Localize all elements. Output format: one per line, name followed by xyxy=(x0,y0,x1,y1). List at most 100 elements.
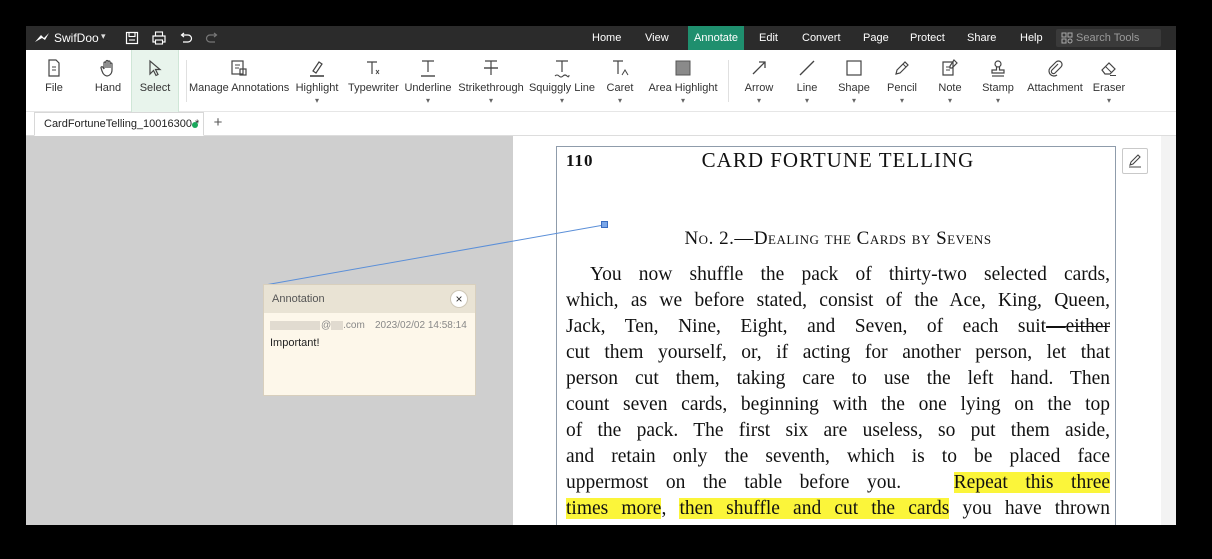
text-fragment: , xyxy=(661,498,667,519)
tool-label: Highlight xyxy=(295,82,339,94)
tool-dropdown-chevron-icon[interactable]: ▾ xyxy=(604,96,636,105)
strikethrough-icon xyxy=(481,58,501,78)
menu-convert[interactable]: Convert xyxy=(796,26,847,50)
underline-icon xyxy=(418,58,438,78)
tool-dropdown-chevron-icon[interactable]: ▾ xyxy=(528,96,596,105)
tool-label: Squiggly Line xyxy=(528,82,596,94)
strikethrough-text[interactable]: —either xyxy=(1046,316,1110,337)
select-cursor-icon xyxy=(145,58,165,78)
tool-label: Underline xyxy=(404,82,452,94)
tool-label: Shape xyxy=(838,82,870,94)
tool-dropdown-chevron-icon[interactable]: ▾ xyxy=(836,96,872,105)
text-line: and retain only the seventh, which is to… xyxy=(566,446,1110,467)
highlight-icon xyxy=(307,58,327,78)
chapter-heading: No. 2.—Dealing the Cards by Sevens xyxy=(684,228,992,249)
hand-icon xyxy=(98,58,118,78)
app-menu-chevron-icon[interactable]: ▾ xyxy=(101,31,106,42)
tool-arrow[interactable]: Arrow ▾ xyxy=(741,50,777,112)
tool-hand[interactable]: Hand xyxy=(90,50,126,112)
annotation-anchor-handle[interactable] xyxy=(601,221,608,228)
tool-area-highlight[interactable]: Area Highlight ▾ xyxy=(646,50,720,112)
undo-icon[interactable] xyxy=(178,30,194,46)
tool-dropdown-chevron-icon[interactable]: ▾ xyxy=(978,96,1018,105)
search-tools-box[interactable] xyxy=(1056,29,1161,47)
unsaved-indicator-icon xyxy=(192,122,198,128)
tool-shape[interactable]: Shape ▾ xyxy=(836,50,872,112)
attachment-icon xyxy=(1045,58,1065,78)
document-workspace[interactable]: 110 CARD FORTUNE TELLING No. 2.—Dealing … xyxy=(26,136,1176,525)
text-line: of the pack. The first six are useless, … xyxy=(566,420,1110,441)
save-icon[interactable] xyxy=(124,30,140,46)
tool-label: Arrow xyxy=(744,82,774,94)
tool-dropdown-chevron-icon[interactable]: ▾ xyxy=(403,96,453,105)
tool-manage-annotations[interactable]: Manage Annotations xyxy=(189,50,289,112)
redo-icon[interactable] xyxy=(204,30,220,46)
typewriter-icon xyxy=(363,58,383,78)
vertical-scrollbar[interactable] xyxy=(1161,136,1176,525)
search-tools-input[interactable] xyxy=(1076,31,1158,45)
annotation-popup[interactable]: Annotation × @ .com 2023/02/02 14:58:14 I… xyxy=(263,284,476,396)
edit-annotation-button[interactable] xyxy=(1122,148,1148,174)
tool-dropdown-chevron-icon[interactable]: ▾ xyxy=(646,96,720,105)
menu-page[interactable]: Page xyxy=(857,26,895,50)
text-line: which, as we before stated, consist of t… xyxy=(566,290,1110,311)
menu-help[interactable]: Help xyxy=(1014,26,1049,50)
tool-label: Area Highlight xyxy=(648,82,718,94)
tool-dropdown-chevron-icon[interactable]: ▾ xyxy=(458,96,524,105)
tool-eraser[interactable]: Eraser ▾ xyxy=(1091,50,1127,112)
new-tab-button[interactable]: + xyxy=(209,114,227,132)
document-tab-label: CardFortuneTelling_10016300 * xyxy=(44,118,200,130)
pdf-page[interactable]: 110 CARD FORTUNE TELLING No. 2.—Dealing … xyxy=(513,136,1161,525)
annotation-popup-header[interactable]: Annotation × xyxy=(264,285,475,313)
tool-dropdown-chevron-icon[interactable]: ▾ xyxy=(1091,96,1127,105)
annotation-comment[interactable]: Important! xyxy=(270,337,320,349)
tool-dropdown-chevron-icon[interactable]: ▾ xyxy=(931,96,969,105)
tool-line[interactable]: Line ▾ xyxy=(789,50,825,112)
tool-label: Note xyxy=(938,82,962,94)
author-at: @ xyxy=(321,320,332,331)
tool-note[interactable]: Note ▾ xyxy=(931,50,969,112)
highlight-annotation[interactable]: Repeat this three xyxy=(953,472,1111,493)
menu-share[interactable]: Share xyxy=(961,26,1002,50)
tool-caret[interactable]: Caret ▾ xyxy=(604,50,636,112)
document-tab[interactable]: CardFortuneTelling_10016300 * xyxy=(34,112,204,136)
tool-pencil[interactable]: Pencil ▾ xyxy=(883,50,921,112)
menu-edit[interactable]: Edit xyxy=(753,26,784,50)
print-icon[interactable] xyxy=(151,30,167,46)
text-fragment: Jack, Ten, Nine, Eight, and Seven, of ea… xyxy=(566,316,1047,337)
tool-dropdown-chevron-icon[interactable]: ▾ xyxy=(294,96,340,105)
menu-annotate[interactable]: Annotate xyxy=(688,26,745,50)
page-body-text[interactable]: You now shuffle the pack of thirty-two s… xyxy=(566,262,1111,522)
tool-attachment[interactable]: Attachment xyxy=(1026,50,1084,112)
tool-highlight[interactable]: Highlight ▾ xyxy=(294,50,340,112)
tool-underline[interactable]: Underline ▾ xyxy=(403,50,453,112)
tool-label: Pencil xyxy=(887,82,917,94)
redacted-domain xyxy=(331,320,344,330)
screen-frame: SwifDoo ▾ Home View Annotate Edit Convert Pag… xyxy=(0,0,1212,559)
menu-protect[interactable]: Protect xyxy=(904,26,951,50)
tool-label: File xyxy=(45,82,63,94)
highlight-annotation[interactable]: times more xyxy=(566,498,662,519)
close-icon[interactable]: × xyxy=(450,290,468,308)
app-name[interactable]: SwifDoo xyxy=(54,31,99,45)
caret-icon xyxy=(610,58,630,78)
tool-file[interactable]: File xyxy=(36,50,72,112)
tool-label: Eraser xyxy=(1092,82,1126,94)
shape-icon xyxy=(844,58,864,78)
tool-strikethrough[interactable]: Strikethrough ▾ xyxy=(458,50,524,112)
tool-label: Stamp xyxy=(982,82,1014,94)
tool-dropdown-chevron-icon[interactable]: ▾ xyxy=(883,96,921,105)
menu-view[interactable]: View xyxy=(639,26,675,50)
tool-squiggly-line[interactable]: Squiggly Line ▾ xyxy=(528,50,596,112)
tool-typewriter[interactable]: Typewriter xyxy=(348,50,399,112)
menu-home[interactable]: Home xyxy=(586,26,627,50)
tool-label: Typewriter xyxy=(348,82,399,94)
tool-stamp[interactable]: Stamp ▾ xyxy=(978,50,1018,112)
tool-dropdown-chevron-icon[interactable]: ▾ xyxy=(741,96,777,105)
tool-select[interactable]: Select xyxy=(131,50,179,112)
tool-label: Attachment xyxy=(1027,82,1083,94)
stamp-icon xyxy=(988,58,1008,78)
tool-dropdown-chevron-icon[interactable]: ▾ xyxy=(789,96,825,105)
highlight-annotation[interactable]: then shuffle and cut the cards xyxy=(679,498,950,519)
pencil-icon xyxy=(892,58,912,78)
